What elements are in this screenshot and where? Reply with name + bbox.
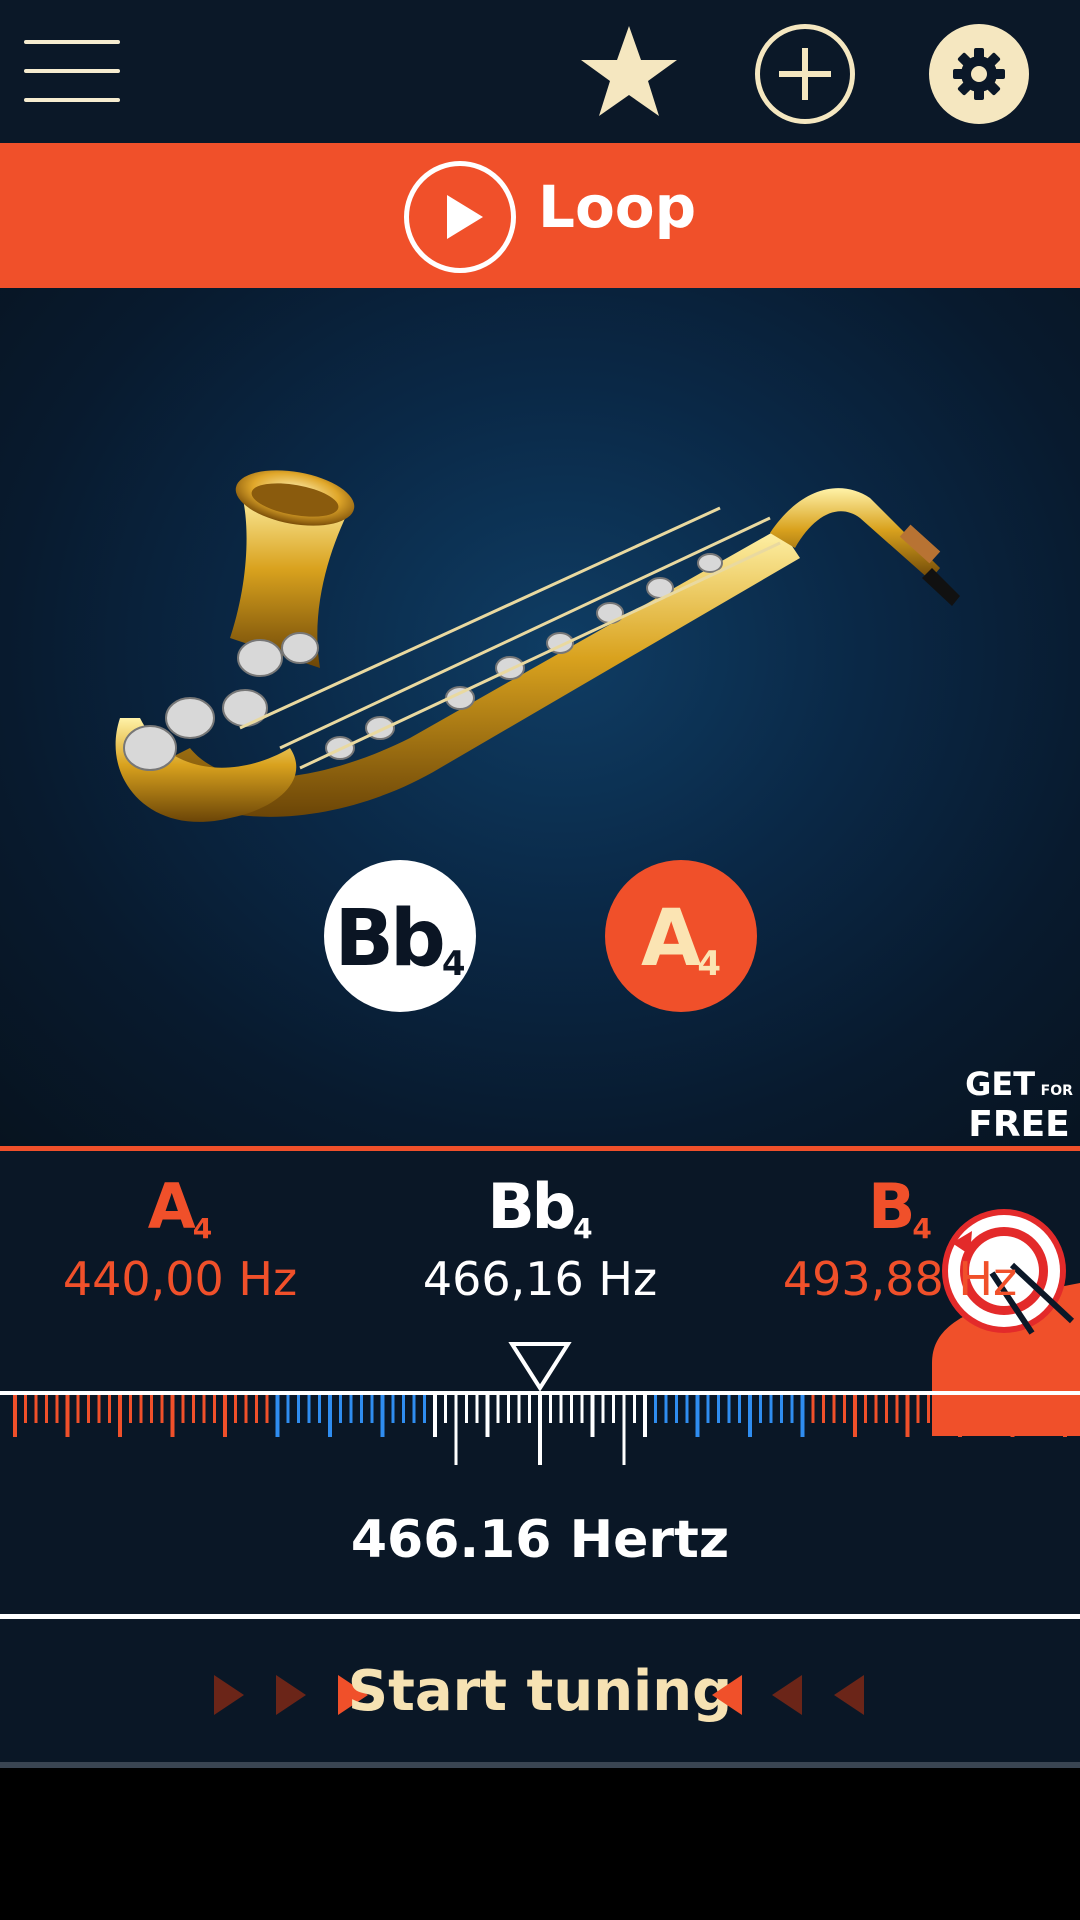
frequency-value: 440,00 Hz [62, 1252, 298, 1306]
hamburger-menu-icon[interactable] [24, 40, 120, 102]
note-octave: 4 [573, 1212, 593, 1245]
note-name: Bb [487, 1170, 576, 1243]
top-bar [0, 0, 1080, 143]
note-name: Bb [334, 894, 446, 984]
lower-note-frequency: A4 440,00 Hz [30, 1170, 330, 1306]
note-octave: 4 [441, 944, 466, 984]
start-tuning-label: Start tuning [347, 1659, 733, 1724]
frequency-value: 493,88 Hz [782, 1252, 1018, 1306]
divider [0, 1146, 1080, 1151]
note-octave: 4 [192, 1212, 213, 1245]
current-hertz: 466.16 Hertz [350, 1510, 730, 1570]
arrow-left-icon [834, 1675, 864, 1715]
note-name: A [147, 1170, 196, 1243]
triangle-pointer-icon [508, 1342, 572, 1392]
settings-button[interactable] [929, 24, 1029, 124]
promo-free: FREE [968, 1104, 1070, 1145]
promo-label[interactable]: GET FOR FREE [960, 1065, 1078, 1145]
note-name: A [640, 894, 701, 984]
frequency-value: 466,16 Hz [422, 1252, 658, 1306]
loop-label: Loop [538, 173, 697, 241]
star-icon[interactable] [578, 24, 680, 120]
plus-icon [779, 48, 831, 100]
note-button-a4[interactable]: A4 [605, 860, 757, 1012]
promo-get: GET [965, 1065, 1036, 1103]
loop-bar[interactable]: Loop [0, 143, 1080, 288]
arrow-left-icon [772, 1675, 802, 1715]
start-tuning-button[interactable]: Start tuning [0, 1619, 1080, 1764]
note-name: B [868, 1170, 915, 1243]
promo-for: FOR [1040, 1083, 1073, 1099]
instrument-stage: Bb4 A4 GET FOR FREE [0, 288, 1080, 1436]
arrow-left-icon [712, 1675, 742, 1715]
note-octave: 4 [697, 944, 722, 984]
current-note-frequency: Bb4 466,16 Hz [390, 1170, 690, 1306]
note-octave: 4 [912, 1212, 932, 1245]
upper-note-frequency: B4 493,88 Hz [750, 1170, 1050, 1306]
saxophone-image [115, 470, 960, 822]
play-icon[interactable] [404, 161, 516, 273]
add-button[interactable] [755, 24, 855, 124]
tuning-scale [13, 1395, 1067, 1465]
gear-icon [953, 48, 1005, 100]
system-navigation-bar [0, 1768, 1080, 1920]
note-button-bb4[interactable]: Bb4 [324, 860, 476, 1012]
